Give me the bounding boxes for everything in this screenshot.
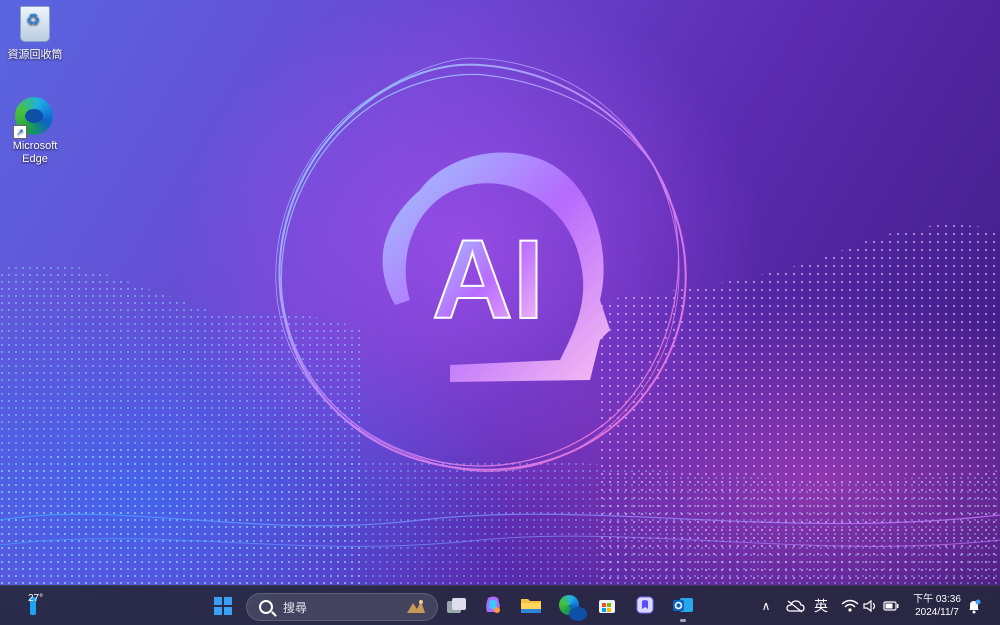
weather-widget[interactable]: 27° [16,592,56,620]
file-explorer-button[interactable] [518,592,544,618]
clock[interactable]: 下午 03:36 2024/11/7 [908,590,966,622]
desktop-icon-recycle-bin[interactable]: 資源回收筒 [3,4,67,62]
wallpaper-ai-text: AI [432,217,544,342]
outlook-icon [673,598,693,612]
show-hidden-icons-button[interactable]: ∧ [758,592,774,620]
edge-taskbar-button[interactable] [556,592,587,621]
battery-button[interactable] [882,592,900,620]
wifi-icon [841,599,859,612]
notification-button[interactable] [966,592,982,620]
ime-label: 英 [814,598,828,614]
chevron-up-icon: ∧ [761,599,771,613]
volume-icon [863,599,876,613]
bell-icon [969,599,981,614]
copilot-icon [486,596,500,613]
search-highlight-icon [407,600,425,613]
cloud-icon [786,600,805,613]
outlook-button[interactable] [670,592,696,622]
clock-time: 下午 03:36 [913,594,961,605]
copilot-button[interactable] [480,592,506,618]
desktop: AI 資源回收筒 ↗ Microsoft Edge [0,0,1000,585]
desktop-icon-label: Microsoft Edge [12,140,58,165]
task-view-icon [452,598,466,610]
start-button[interactable] [209,592,237,620]
folder-icon [521,599,541,613]
windows-icon [214,597,232,615]
clock-date: 2024/11/7 [915,607,959,618]
app-button[interactable] [632,592,658,618]
task-view-button[interactable] [443,592,469,618]
store-icon [599,600,615,613]
running-indicator [680,619,686,622]
search-placeholder: 搜尋 [283,600,308,615]
wallpaper: AI [0,57,1000,585]
recycle-bin-icon [20,6,50,42]
network-button[interactable] [840,592,860,620]
shortcut-arrow-icon: ↗ [13,125,27,139]
microsoft-store-button[interactable] [594,592,620,618]
onedrive-button[interactable] [784,592,806,620]
weather-temp: 27° [28,593,44,604]
battery-icon [883,601,899,611]
app-icon [636,596,654,614]
taskbar: 27° 搜尋 ∧ 英 下午 03:36 2024/11/7 [0,585,1000,625]
volume-button[interactable] [862,592,880,620]
search-box[interactable]: 搜尋 [246,593,438,621]
input-method-indicator[interactable]: 英 [812,592,830,620]
edge-icon [559,595,587,621]
desktop-icon-edge[interactable]: ↗ Microsoft Edge [3,97,67,166]
search-icon [259,600,273,614]
desktop-icon-label: 資源回收筒 [7,49,63,61]
